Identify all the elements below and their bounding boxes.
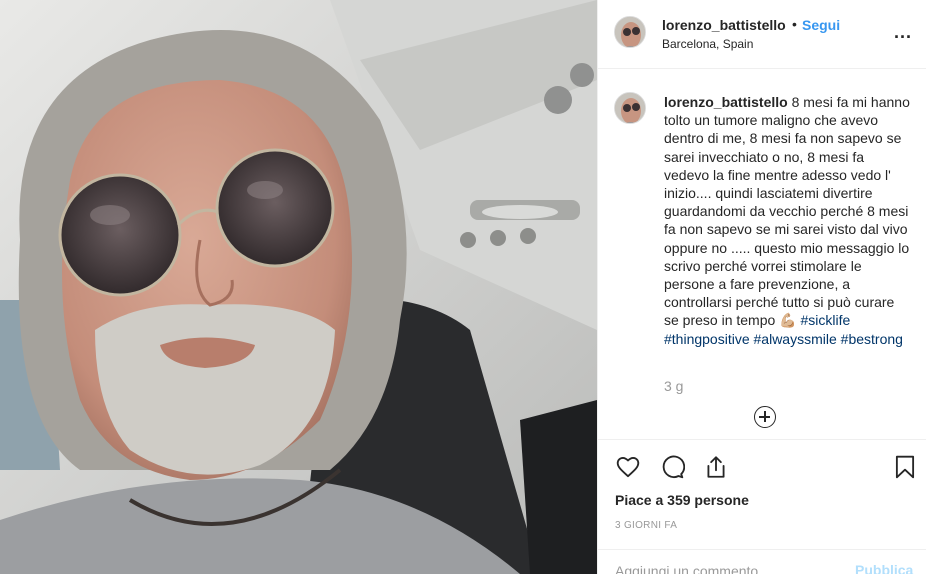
separator-dot: • — [792, 16, 797, 32]
caption-username[interactable]: lorenzo_battistello — [664, 94, 788, 110]
hashtag-link[interactable]: #sicklife — [801, 312, 851, 328]
post-header: lorenzo_battistello • Segui Barcelona, S… — [598, 0, 926, 69]
avatar-image — [615, 93, 645, 123]
post-actions: Piace a 359 persone 3 GIORNI FA Pubblica — [598, 439, 926, 574]
post-photo[interactable] — [0, 0, 597, 574]
post-caption: lorenzo_battistello 8 mesi fa mi hanno t… — [664, 93, 910, 348]
post-date: 3 GIORNI FA — [615, 520, 678, 531]
caption-text: 8 mesi fa mi hanno tolto un tumore malig… — [664, 94, 910, 329]
share-icon[interactable] — [703, 454, 729, 480]
comment-icon[interactable] — [659, 454, 685, 480]
flexed-biceps-emoji: 💪🏼 — [779, 312, 797, 329]
follow-button[interactable]: Segui — [802, 17, 840, 33]
caption-section: lorenzo_battistello 8 mesi fa mi hanno t… — [598, 70, 926, 439]
likes-count[interactable]: Piace a 359 persone — [615, 492, 749, 508]
hashtag-link[interactable]: #alwayssmile — [754, 331, 837, 347]
comment-input[interactable] — [615, 561, 835, 574]
caption-avatar[interactable] — [614, 92, 646, 124]
avatar[interactable] — [614, 16, 646, 48]
post-side-panel: lorenzo_battistello • Segui Barcelona, S… — [597, 0, 926, 574]
hashtag-link[interactable]: #bestrong — [841, 331, 903, 347]
post-age: 3 g — [664, 378, 684, 394]
publish-button[interactable]: Pubblica — [855, 562, 913, 574]
heart-icon[interactable] — [615, 454, 641, 480]
post-location[interactable]: Barcelona, Spain — [662, 37, 753, 51]
comment-box: Pubblica — [598, 549, 926, 574]
instagram-post: lorenzo_battistello • Segui Barcelona, S… — [0, 0, 926, 574]
avatar-image — [615, 17, 645, 47]
bookmark-icon[interactable] — [892, 454, 918, 480]
more-options-icon[interactable]: ... — [894, 22, 912, 43]
plus-circle-icon[interactable] — [754, 406, 776, 428]
hashtag-link[interactable]: #thingpositive — [664, 331, 750, 347]
post-author-username[interactable]: lorenzo_battistello — [662, 17, 786, 33]
selfie-illustration — [0, 0, 597, 574]
